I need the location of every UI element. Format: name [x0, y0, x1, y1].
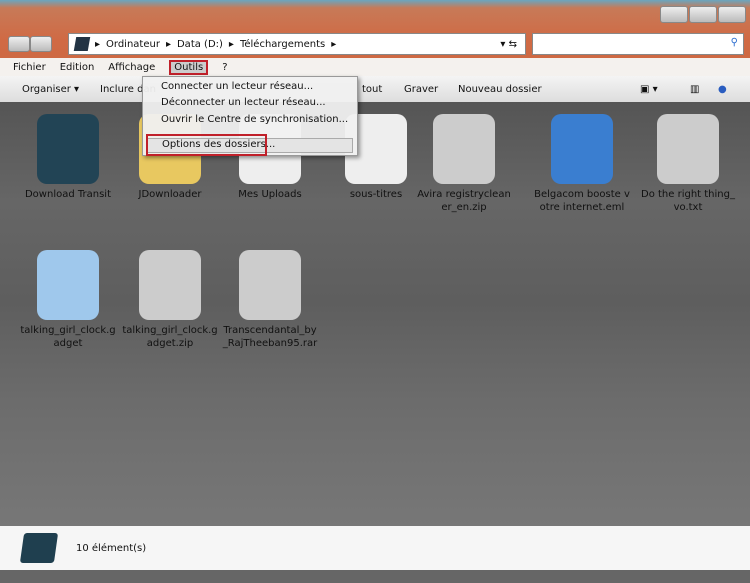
forward-button[interactable] [30, 36, 52, 52]
gadget-icon [37, 250, 99, 320]
minimize-button[interactable] [660, 6, 688, 23]
search-input[interactable]: ⚲ [532, 33, 744, 55]
computer-icon [73, 37, 91, 51]
organiser-button[interactable]: Organiser ▾ [22, 84, 79, 95]
play-all-button[interactable]: tout [362, 84, 382, 95]
app-icon [37, 114, 99, 184]
file-item[interactable]: Belgacom booste votre internet.eml [534, 114, 630, 214]
file-name: Do the right thing_vo.txt [641, 189, 735, 213]
menu-item-disconnect-drive[interactable]: Déconnecter un lecteur réseau... [161, 97, 326, 108]
maximize-button[interactable] [689, 6, 717, 23]
breadcrumb[interactable]: Ordinateur [106, 39, 160, 50]
thunderbird-icon [551, 114, 613, 184]
file-item[interactable]: Transcendantal_by_RajTheeban95.rar [222, 250, 318, 350]
file-name: Avira registrycleaner_en.zip [417, 189, 511, 213]
burn-button[interactable]: Graver [404, 84, 438, 95]
back-button[interactable] [8, 36, 30, 52]
file-name: Download Transit [24, 189, 111, 200]
file-name: Transcendantal_by_RajTheeban95.rar [222, 325, 318, 349]
refresh-icon[interactable]: ▾ ⇆ [500, 39, 517, 50]
zip-icon [139, 250, 201, 320]
file-name: sous-titres [349, 189, 403, 200]
folder-icon [19, 533, 59, 563]
search-icon: ⚲ [730, 37, 738, 48]
menu-edition[interactable]: Edition [60, 62, 95, 73]
view-icon[interactable]: ▣ ▾ [640, 84, 658, 95]
highlight-box [146, 134, 267, 156]
file-name: JDownloader [138, 189, 202, 200]
item-count: 10 élément(s) [76, 542, 147, 554]
toolbar: Organiser ▾ Inclure dan tout Graver Nouv… [0, 76, 750, 102]
rar-icon [239, 250, 301, 320]
zip-icon [433, 114, 495, 184]
menu-help[interactable]: ? [222, 62, 227, 73]
text-file-icon [657, 114, 719, 184]
breadcrumb[interactable]: Téléchargements [240, 39, 325, 50]
menu-item-connect-drive[interactable]: Connecter un lecteur réseau... [161, 81, 313, 92]
help-icon[interactable]: ● [718, 84, 727, 95]
close-button[interactable] [718, 6, 746, 23]
menu-bar: Fichier Edition Affichage Outils ? [0, 58, 750, 76]
file-item[interactable]: Avira registrycleaner_en.zip [416, 114, 512, 214]
file-item[interactable]: talking_girl_clock.gadget [20, 250, 116, 350]
menu-fichier[interactable]: Fichier [13, 62, 46, 73]
background-strip [0, 570, 750, 583]
file-item[interactable]: talking_girl_clock.gadget.zip [122, 250, 218, 350]
new-folder-button[interactable]: Nouveau dossier [458, 84, 542, 95]
menu-outils[interactable]: Outils [169, 59, 209, 75]
status-bar: 10 élément(s) [0, 526, 750, 570]
file-item[interactable]: Do the right thing_vo.txt [640, 114, 736, 214]
menu-affichage[interactable]: Affichage [108, 62, 155, 73]
breadcrumb[interactable]: Data (D:) [177, 39, 223, 50]
address-bar[interactable]: ▸ Ordinateur ▸ Data (D:) ▸ Téléchargements ▸… [68, 33, 526, 55]
file-name: talking_girl_clock.gadget.zip [122, 325, 218, 349]
menu-item-sync-center[interactable]: Ouvrir le Centre de synchronisation... [161, 114, 348, 125]
file-item[interactable]: Download Transit [20, 114, 116, 201]
file-name: Mes Uploads [238, 189, 302, 200]
preview-pane-icon[interactable]: ▥ [690, 84, 699, 95]
file-name: Belgacom booste votre internet.eml [534, 189, 630, 213]
file-name: talking_girl_clock.gadget [20, 325, 116, 349]
